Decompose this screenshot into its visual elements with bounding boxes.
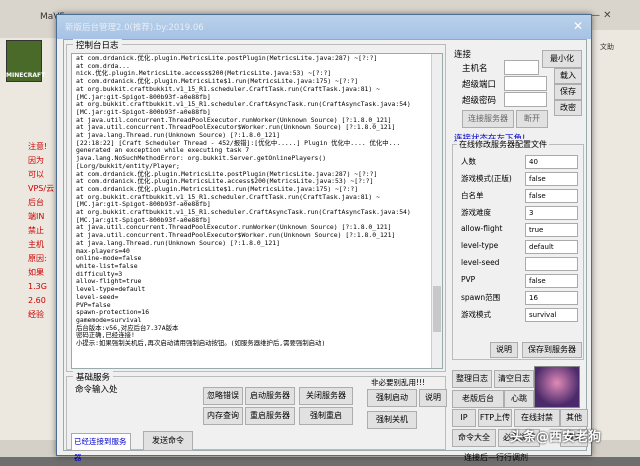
config-row-label: 白名单 xyxy=(461,191,484,200)
config-row-label: 人数 xyxy=(461,157,476,166)
stop-server-button[interactable]: 关闭服务器 xyxy=(299,387,353,405)
config-row-label: PVP xyxy=(461,275,476,284)
config-row-label: spawn范围 xyxy=(461,293,501,302)
scrollbar-thumb[interactable] xyxy=(433,286,441,332)
config-legend: 在线修改服务器配置文件 xyxy=(457,139,549,150)
background-notice-text: 注意! 因为 可以 VPS/云 后台 端IN 禁止 主机 原因: 如果 1.3G… xyxy=(28,140,58,322)
config-row-value[interactable]: true xyxy=(525,223,578,237)
config-row-value[interactable]: 40 xyxy=(525,155,578,169)
config-row-value[interactable] xyxy=(525,257,578,271)
send-command-button[interactable]: 发送命令 xyxy=(143,431,193,451)
console-line: 小提示:如果强制关机后,再次启动请用强制启动按钮。(如服务器维护后,需要强制启动… xyxy=(76,339,326,348)
ip-button[interactable]: IP xyxy=(452,409,476,427)
bottom-status: 连接后—行行调剂 xyxy=(464,453,528,462)
change-password-button[interactable]: 改密 xyxy=(554,100,582,116)
main-body: 控制台日志 at com.drdanick.优化.plugin.MetricsL… xyxy=(63,39,588,462)
close-icon[interactable]: ✕ xyxy=(569,17,587,35)
console-line: white-list=false xyxy=(76,261,138,270)
port-label: 超级端口 xyxy=(462,80,497,90)
host-field[interactable] xyxy=(504,60,539,75)
bg-line: 如果 xyxy=(28,268,44,277)
config-row-label: level-seed xyxy=(461,258,500,267)
console-group: 控制台日志 at com.drdanick.优化.plugin.MetricsL… xyxy=(66,39,446,372)
basic-service-legend: 基础服务 xyxy=(73,371,114,383)
config-row-label: allow-flight xyxy=(461,224,503,233)
sort-log-button[interactable]: 整理日志 xyxy=(452,370,492,388)
background-window-controls[interactable]: — ✕ xyxy=(590,10,630,21)
console-line: level-seed= xyxy=(76,292,119,301)
save-config-button[interactable]: 保存到服务器 xyxy=(522,342,582,358)
bg-line: 可以 xyxy=(28,170,44,179)
memory-query-button[interactable]: 内存查询 xyxy=(203,407,243,425)
config-row-label: 游戏难度 xyxy=(461,208,491,217)
console-line: level-type=default xyxy=(76,285,146,294)
connection-label: 连接 xyxy=(454,50,472,60)
bg-line: 原因: xyxy=(28,254,47,263)
ignore-error-button[interactable]: 忽略错误 xyxy=(203,387,243,405)
force-shutdown-button[interactable]: 强制关机 xyxy=(367,411,417,429)
config-row-label: 游戏模式(正版) xyxy=(461,174,512,183)
bg-line: 2.60 xyxy=(28,296,46,305)
password-field[interactable] xyxy=(504,92,547,107)
password-label: 超级密码 xyxy=(462,96,497,106)
config-group: 在线修改服务器配置文件 人数 40 游戏模式(正版) false 白名单 false 游戏难… xyxy=(452,139,584,360)
other-button[interactable]: 其他 xyxy=(560,409,588,427)
bg-line: 因为 xyxy=(28,156,44,165)
main-window: 新版后台管理2.0(推荐).by:2019.06 ✕ 控制台日志 at com.… xyxy=(56,14,592,462)
config-row-value[interactable]: false xyxy=(525,172,578,186)
console-log[interactable]: at com.drdanick.优化.plugin.MetricsLite.po… xyxy=(71,53,443,369)
bg-line: 1.3G xyxy=(28,282,47,291)
load-button[interactable]: 载入 xyxy=(554,68,582,84)
config-row-value[interactable]: default xyxy=(525,240,578,254)
avatar xyxy=(534,366,580,408)
bg-line: 主机 xyxy=(28,240,44,249)
config-row-value[interactable]: 3 xyxy=(525,206,578,220)
bg-line: 禁止 xyxy=(28,226,44,235)
online-ban-button[interactable]: 在线封禁 xyxy=(514,409,560,427)
restart-server-button[interactable]: 重启服务器 xyxy=(245,407,295,425)
connect-button[interactable]: 连接服务器 xyxy=(462,110,514,128)
heartbeat-button[interactable]: 心跳 xyxy=(504,390,534,408)
old-backend-button[interactable]: 老版后台 xyxy=(452,390,504,408)
disconnect-button[interactable]: 断开 xyxy=(516,110,548,128)
config-explain-button[interactable]: 说明 xyxy=(490,342,518,358)
config-row-label: 游戏模式 xyxy=(461,310,491,319)
watermark: 头条@西安老狗 xyxy=(510,430,602,445)
save-button[interactable]: 保存 xyxy=(554,84,582,100)
start-server-button[interactable]: 启动服务器 xyxy=(245,387,295,405)
bg-line: 后台 xyxy=(28,198,44,207)
background-plugin-tab[interactable]: 文助 xyxy=(600,42,640,52)
minecraft-logo-text: MINECRAFT xyxy=(6,72,46,79)
bg-line: VPS/云 xyxy=(28,184,55,193)
config-row-value[interactable]: 16 xyxy=(525,291,578,305)
warning-label: 非必要别乱用!!! xyxy=(371,378,426,387)
console-text: at com.drdanick.优化.plugin.MetricsLite.po… xyxy=(76,54,424,348)
clear-log-button[interactable]: 清空日志 xyxy=(494,370,534,388)
host-label: 主机名 xyxy=(462,64,488,74)
command-input-label: 命令输入处 xyxy=(75,385,118,395)
bg-line: 端IN xyxy=(28,212,45,221)
console-scrollbar[interactable] xyxy=(431,54,442,368)
ftp-upload-button[interactable]: FTP上传 xyxy=(478,409,512,427)
window-title: 新版后台管理2.0(推荐).by:2019.06 xyxy=(65,23,204,33)
force-restart-button[interactable]: 强制重启 xyxy=(299,407,353,425)
force-start-button[interactable]: 强制启动 xyxy=(367,389,417,407)
port-field[interactable] xyxy=(504,76,547,91)
config-row-value[interactable]: false xyxy=(525,189,578,203)
console-legend: 控制台日志 xyxy=(73,39,122,51)
config-row-label: level-type xyxy=(461,241,499,250)
explain-button[interactable]: 说明 xyxy=(419,389,447,407)
basic-service-group: 基础服务 命令输入处 已经连接到服务器 发送命令 忽略错误 启动服务器 关闭服务… xyxy=(66,371,447,462)
connection-status: 已经连接到服务器 xyxy=(71,433,131,462)
command-list-button[interactable]: 命令大全 xyxy=(452,429,496,447)
bg-line: 经验 xyxy=(28,310,44,319)
config-row-value[interactable]: survival xyxy=(525,308,578,322)
titlebar: 新版后台管理2.0(推荐).by:2019.06 ✕ xyxy=(57,15,591,39)
config-row-value[interactable]: false xyxy=(525,274,578,288)
bg-line: 注意! xyxy=(28,142,48,151)
minimize-button[interactable]: 最小化 xyxy=(542,50,582,68)
